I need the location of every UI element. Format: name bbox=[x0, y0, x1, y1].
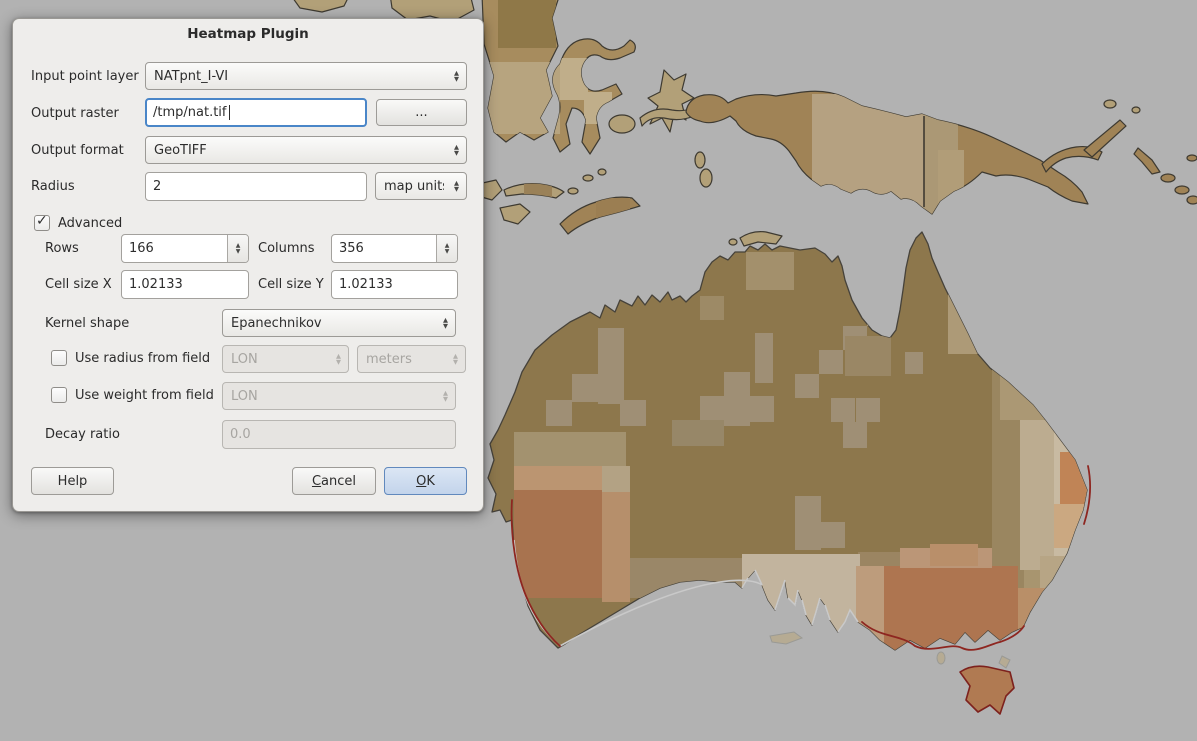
kernel-shape-value: Epanechnikov bbox=[231, 316, 322, 331]
use-weight-label: Use weight from field bbox=[75, 381, 214, 409]
cell-size-x-label: Cell size X bbox=[45, 270, 112, 299]
combo-arrows-icon: ▲▼ bbox=[443, 310, 448, 336]
island-solomon-1 bbox=[1161, 174, 1175, 182]
rows-value: 166 bbox=[129, 241, 154, 256]
cell-size-y-value: 1.02133 bbox=[339, 277, 393, 292]
cell-size-y-label: Cell size Y bbox=[258, 270, 324, 299]
radius-label: Radius bbox=[31, 172, 75, 200]
radius-field-value: LON bbox=[231, 352, 258, 367]
weight-field-combobox: LON ▲▼ bbox=[222, 382, 456, 410]
combo-arrows-icon: ▲▼ bbox=[454, 63, 459, 89]
radius-field-units-value: meters bbox=[366, 352, 412, 367]
output-format-combobox[interactable]: GeoTIFF ▲▼ bbox=[145, 136, 467, 164]
output-raster-label: Output raster bbox=[31, 99, 119, 127]
output-raster-input[interactable]: /tmp/nat.tif bbox=[145, 98, 367, 127]
cell-size-x-value: 1.02133 bbox=[129, 277, 183, 292]
spinner-arrows-icon[interactable]: ▲▼ bbox=[436, 235, 457, 262]
cell-size-y-input[interactable]: 1.02133 bbox=[331, 270, 458, 299]
input-point-layer-combobox[interactable]: NATpnt_I-VI ▲▼ bbox=[145, 62, 467, 90]
cancel-button-label: Cancel bbox=[312, 474, 356, 489]
ok-button[interactable]: OK bbox=[384, 467, 467, 495]
combo-arrows-icon: ▲▼ bbox=[336, 346, 341, 372]
island-buru bbox=[609, 115, 635, 133]
use-radius-checkbox[interactable]: ✓ bbox=[51, 350, 67, 366]
input-point-layer-value: NATpnt_I-VI bbox=[154, 69, 228, 84]
island-small-4 bbox=[583, 175, 593, 181]
radius-value: 2 bbox=[153, 179, 161, 194]
island-solomon-2 bbox=[1175, 186, 1189, 194]
kernel-shape-label: Kernel shape bbox=[45, 309, 129, 337]
island-small-1 bbox=[1104, 100, 1116, 108]
island-small-3 bbox=[568, 188, 578, 194]
island-bathurst bbox=[729, 239, 737, 245]
kernel-shape-combobox[interactable]: Epanechnikov ▲▼ bbox=[222, 309, 456, 337]
combo-arrows-icon: ▲▼ bbox=[454, 137, 459, 163]
island-kai bbox=[695, 152, 705, 168]
use-weight-checkbox[interactable]: ✓ bbox=[51, 387, 67, 403]
columns-spinbox[interactable]: 356 ▲▼ bbox=[331, 234, 458, 263]
advanced-checkbox[interactable]: ✓ bbox=[34, 215, 50, 231]
spinner-arrows-icon[interactable]: ▲▼ bbox=[227, 235, 248, 262]
advanced-label: Advanced bbox=[58, 209, 122, 237]
combo-arrows-icon: ▲▼ bbox=[453, 346, 458, 372]
output-format-value: GeoTIFF bbox=[154, 143, 207, 158]
island-king bbox=[937, 652, 945, 664]
radius-units-combobox[interactable]: map units ▲▼ bbox=[375, 172, 467, 200]
browse-output-button[interactable]: ... bbox=[376, 99, 467, 126]
browse-button-label: ... bbox=[415, 105, 427, 120]
island-solomon-3 bbox=[1187, 196, 1197, 204]
island-solomon-4 bbox=[1187, 155, 1197, 161]
radius-units-value: map units bbox=[384, 179, 444, 194]
columns-value: 356 bbox=[339, 241, 364, 256]
cell-size-x-input[interactable]: 1.02133 bbox=[121, 270, 249, 299]
combo-arrows-icon: ▲▼ bbox=[454, 173, 459, 199]
output-raster-value: /tmp/nat.tif bbox=[153, 105, 227, 120]
help-button-label: Help bbox=[58, 474, 88, 489]
island-aru bbox=[700, 169, 712, 187]
radius-field-units-combobox: meters ▲▼ bbox=[357, 345, 466, 373]
weight-field-value: LON bbox=[231, 389, 258, 404]
ok-button-label: OK bbox=[416, 474, 435, 489]
heatmap-plugin-dialog: Heatmap Plugin Input point layer NATpnt_… bbox=[12, 18, 484, 512]
cancel-button[interactable]: Cancel bbox=[292, 467, 376, 495]
input-point-layer-label: Input point layer bbox=[31, 62, 139, 90]
rows-label: Rows bbox=[45, 234, 79, 263]
dialog-title: Heatmap Plugin bbox=[13, 26, 483, 42]
island-small-2 bbox=[1132, 107, 1140, 113]
output-format-label: Output format bbox=[31, 136, 124, 164]
use-radius-label: Use radius from field bbox=[75, 344, 210, 372]
island-small-5 bbox=[598, 169, 606, 175]
decay-ratio-input: 0.0 bbox=[222, 420, 456, 449]
decay-ratio-label: Decay ratio bbox=[45, 420, 120, 449]
help-button[interactable]: Help bbox=[31, 467, 114, 495]
radius-field-combobox: LON ▲▼ bbox=[222, 345, 349, 373]
checkmark-icon: ✓ bbox=[36, 213, 48, 229]
decay-ratio-value: 0.0 bbox=[230, 427, 251, 442]
rows-spinbox[interactable]: 166 ▲▼ bbox=[121, 234, 249, 263]
columns-label: Columns bbox=[258, 234, 315, 263]
radius-input[interactable]: 2 bbox=[145, 172, 367, 201]
text-caret bbox=[229, 105, 230, 120]
combo-arrows-icon: ▲▼ bbox=[443, 383, 448, 409]
